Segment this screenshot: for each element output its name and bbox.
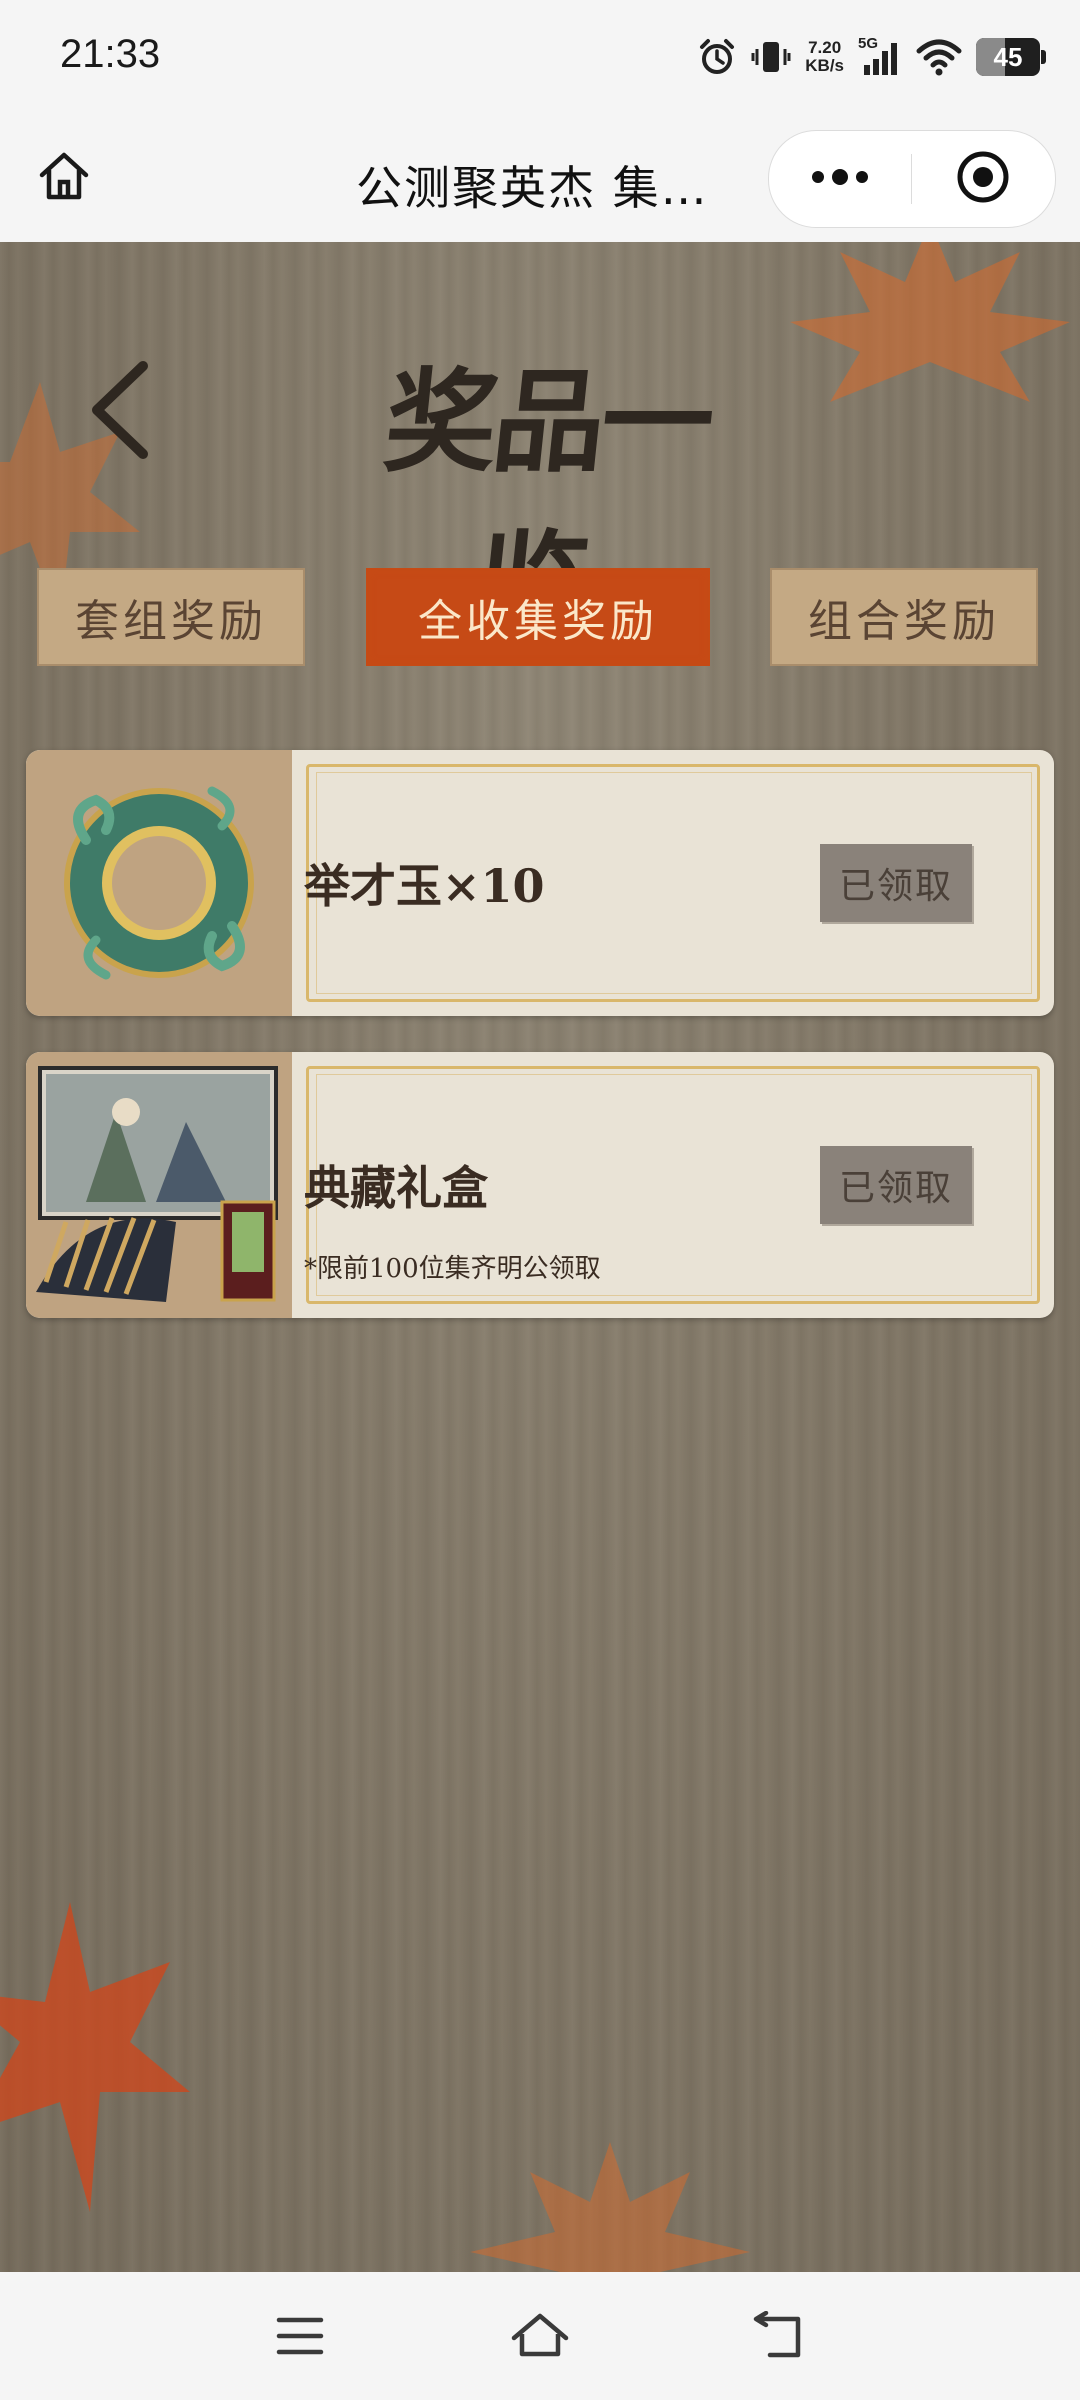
tab-combo-reward[interactable]: 组合奖励: [770, 568, 1038, 666]
jade-disc-image: [26, 750, 292, 1016]
net-speed-value: 7.20: [808, 38, 842, 57]
net-speed-unit: KB/s: [805, 56, 844, 75]
claimed-button[interactable]: 已领取: [820, 1146, 972, 1224]
collector-gift-box-image: [26, 1052, 292, 1318]
tab-set-reward[interactable]: 套组奖励: [37, 568, 305, 666]
prize-list-page: 奖品一览 套组奖励 全收集奖励 组合奖励 举才玉×10 已领取 典藏礼盒 *限前…: [0, 242, 1080, 2272]
tab-full-collection-reward[interactable]: 全收集奖励: [366, 568, 710, 666]
status-icons: 7.20 KB/s 5G 45: [697, 30, 1046, 84]
capsule-menu: [768, 130, 1056, 228]
target-close-icon: [955, 149, 1011, 209]
more-dots-icon: [808, 167, 872, 191]
claimed-button[interactable]: 已领取: [820, 844, 972, 922]
more-button[interactable]: [769, 131, 911, 227]
nav-bar: 公测聚英杰 集…: [0, 118, 1080, 242]
system-home-button[interactable]: [510, 2308, 570, 2368]
signal-icon: 5G: [858, 35, 902, 77]
net-speed: 7.20 KB/s: [805, 39, 844, 75]
reward-name: 举才玉×10: [304, 859, 545, 913]
alarm-icon: [697, 37, 737, 77]
back-chevron-icon: [85, 360, 155, 464]
battery-level: 45: [993, 41, 1023, 72]
back-button[interactable]: [80, 360, 160, 464]
maple-leaf-decoration: [790, 242, 1070, 402]
back-arrow-icon: [752, 2310, 808, 2365]
system-nav-bar: [0, 2272, 1080, 2400]
home-outline-icon: [510, 2310, 570, 2366]
close-miniprogram-button[interactable]: [912, 131, 1054, 227]
vibrate-icon: [751, 37, 791, 77]
status-time: 21:33: [60, 32, 161, 76]
reward-name: 典藏礼盒: [304, 1161, 488, 1215]
system-back-button[interactable]: [750, 2308, 810, 2368]
status-bar: 21:33 7.20 KB/s 5G 45: [0, 0, 1080, 118]
maple-leaf-decoration: [0, 1902, 190, 2212]
home-icon: [36, 148, 92, 208]
reward-card: 典藏礼盒 *限前100位集齐明公领取 已领取: [26, 1052, 1054, 1318]
maple-leaf-decoration: [470, 2142, 750, 2272]
menu-icon: [275, 2314, 325, 2362]
nav-title: 公测聚英杰 集…: [356, 161, 709, 215]
wifi-icon: [916, 37, 962, 77]
home-button[interactable]: [34, 148, 94, 208]
reward-note: *限前100位集齐明公领取: [304, 1254, 601, 1284]
reward-card: 举才玉×10 已领取: [26, 750, 1054, 1016]
recent-apps-button[interactable]: [270, 2308, 330, 2368]
battery-icon: 45: [976, 38, 1046, 76]
